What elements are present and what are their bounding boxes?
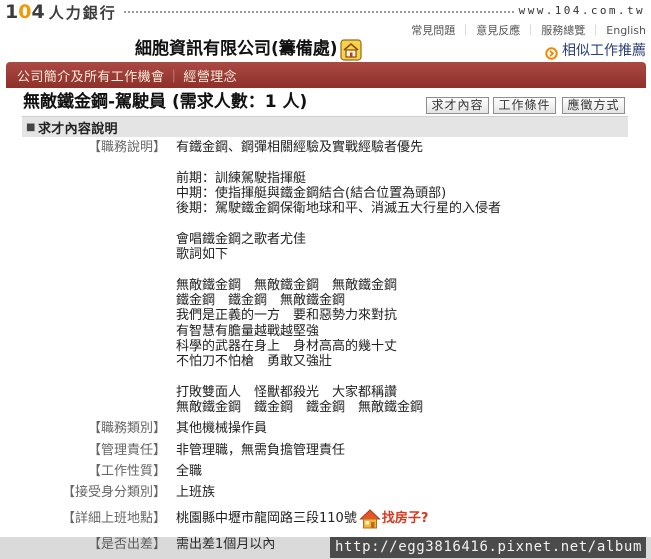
requirements-anchor-button[interactable]: 求才內容 [426,97,489,114]
detail-label: 【工作性質】 [87,463,166,479]
site-logo[interactable]: 1 0 4 人力銀行 [5,1,117,23]
logo-digit: 1 [5,1,19,23]
lyrics-line: 科學的武器在身上 身材高高的幾十丈 [176,338,398,354]
site-url: www.104.com.tw [518,4,645,17]
album-watermark: http://egg3816416.pixnet.net/album [330,537,646,558]
detail-value: 桃園縣中壢市龍岡路三段110號 找房子? [176,507,428,531]
description-line: 會唱鐵金鋼之歌者尤佳 [176,231,307,247]
detail-row-job-description: 【職務說明】 有鐵金鋼、鋼彈相關經驗及實戰經驗者優先 前期：訓練駕駛指揮艇 中期… [22,137,628,418]
description-line: 前期：訓練駕駛指揮艇 [176,170,307,186]
lyrics-line: 無敵鐵金鋼 無敵鐵金鋼 無敵鐵金鋼 [176,277,398,293]
lyrics-line: 鐵金鋼 鐵金鋼 無敵鐵金鋼 [176,292,346,308]
job-detail-list: 【職務說明】 有鐵金鋼、鋼彈相關經驗及實戰經驗者優先 前期：訓練駕駛指揮艇 中期… [22,137,628,555]
logo-wordmark: 人力銀行 [48,4,117,22]
header-dotted-divider [124,11,514,13]
circle-arrow-icon [545,45,558,60]
apply-method-anchor-button[interactable]: 應徵方式 [562,97,625,114]
description-paragraph: 有鐵金鋼、鋼彈相關經驗及實戰經驗者優先 [176,140,501,155]
find-house-link[interactable]: 找房子? [359,507,429,531]
similar-jobs-link[interactable]: 相似工作推薦 [545,43,646,60]
detail-label: 【接受身分類別】 [61,485,166,501]
square-bullet-icon: ■ [26,121,36,133]
description-paragraph: 會唱鐵金鋼之歌者尤佳 歌詞如下 [176,232,501,263]
company-badge-icon [340,39,362,61]
feedback-link[interactable]: 意見反應 [476,24,520,38]
job-description: 有鐵金鋼、鋼彈相關經驗及實戰經驗者優先 前期：訓練駕駛指揮艇 中期：使指揮艇與鐵… [176,140,501,415]
company-tab-bar: 公司簡介及所有工作機會 ｜ 經營理念 [6,62,646,88]
english-link[interactable]: English [606,24,646,38]
link-separator: ｜ [590,24,602,37]
description-line: 中期：使指揮艇與鐵金鋼結合(結合位置為頭部) [176,185,447,201]
services-overview-link[interactable]: 服務總覽 [541,24,585,38]
detail-row-management: 【管理責任】 非管理職，無需負擔管理責任 [22,440,628,461]
description-line: 有鐵金鋼、鋼彈相關經驗及實戰經驗者優先 [176,140,424,155]
lyrics-line: 有智慧有膽量越戰越堅強 [176,323,320,339]
description-line: 後期：駕駛鐵金鋼保衛地球和平、消滅五大行星的入侵者 [176,201,502,217]
detail-row-applicant-type: 【接受身分類別】 上班族 [22,482,628,503]
link-separator: ｜ [460,24,472,37]
company-name[interactable]: 細胞資訊有限公司(籌備處) [135,39,338,60]
top-utility-links: 常見問題 ｜ 意見反應 ｜ 服務總覽 ｜ English [411,24,646,38]
detail-value: 非管理職，無需負擔管理責任 [176,442,346,458]
detail-value: 全職 [176,463,203,479]
logo-digit: 0 [18,1,32,23]
detail-row-work-location: 【詳細上班地點】 桃園縣中壢市龍岡路三段110號 找房子? [22,504,628,534]
description-paragraph: 前期：訓練駕駛指揮艇 中期：使指揮艇與鐵金鋼結合(結合位置為頭部) 後期：駕駛鐵… [176,171,501,217]
link-separator: ｜ [525,24,537,37]
lyrics-line: 我們是正義的一方 要和惡勢力來對抗 [176,308,398,324]
lyrics-line: 打敗雙面人 怪獸都殺光 大家都稱讚 [176,384,398,400]
description-line: 歌詞如下 [176,247,229,263]
work-address: 桃園縣中壢市龍岡路三段110號 [176,510,357,526]
detail-label: 【管理責任】 [87,442,166,458]
similar-jobs-label: 相似工作推薦 [562,43,646,59]
section-header: ■ 求才內容說明 [22,116,628,137]
detail-label: 【詳細上班地點】 [61,510,166,526]
logo-digit: 4 [31,1,45,23]
detail-row-job-type: 【工作性質】 全職 [22,461,628,482]
lyrics-line: 無敵鐵金鋼 鐵金鋼 鐵金鋼 無敵鐵金鋼 [176,400,424,416]
house-icon [359,507,381,531]
detail-value: 上班族 [176,485,216,501]
conditions-anchor-button[interactable]: 工作條件 [493,97,556,114]
lyrics-line: 不怕刀不怕槍 勇敢又強壯 [176,354,333,370]
lyrics-paragraph: 打敗雙面人 怪獸都殺光 大家都稱讚 無敵鐵金鋼 鐵金鋼 鐵金鋼 無敵鐵金鋼 [176,385,501,416]
detail-value: 其他機械操作員 [176,421,268,437]
detail-label: 【職務說明】 [87,140,166,155]
tab-company-profile[interactable]: 公司簡介及所有工作機會 [17,66,164,85]
section-title: 求才內容說明 [38,121,118,137]
find-house-label: 找房子? [381,510,429,526]
detail-row-job-category: 【職務類別】 其他機械操作員 [22,418,628,439]
lyrics-paragraph: 無敵鐵金鋼 無敵鐵金鋼 無敵鐵金鋼 鐵金鋼 鐵金鋼 無敵鐵金鋼 我們是正義的一方… [176,278,501,370]
job-posting-page: 1 0 4 人力銀行 www.104.com.tw 常見問題 ｜ 意見反應 ｜ … [0,0,651,559]
faq-link[interactable]: 常見問題 [411,24,455,38]
job-title: 無敵鐵金鋼-駕駛員 (需求人數：1 人) [23,92,308,112]
detail-label: 【職務類別】 [87,421,166,437]
tab-separator: ｜ [167,69,181,85]
tab-business-philosophy[interactable]: 經營理念 [183,66,237,85]
